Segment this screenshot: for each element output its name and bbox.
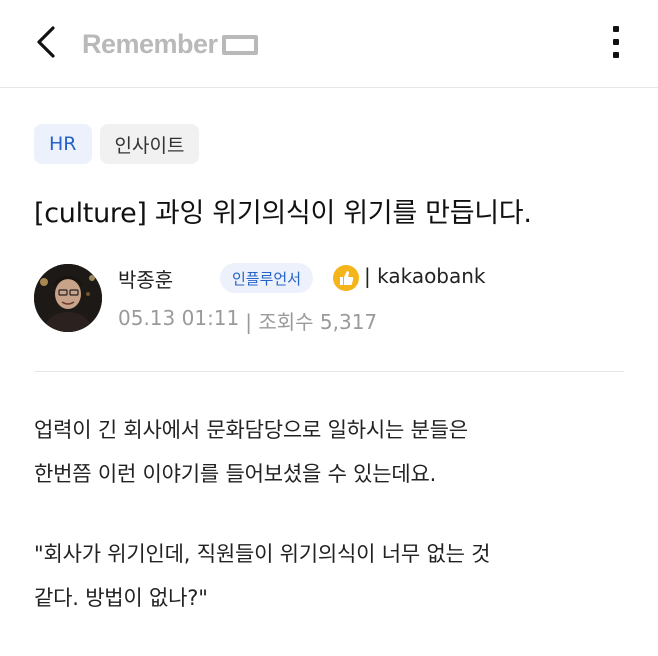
view-count: | 조회수 5,317	[245, 310, 378, 334]
tag-list: HR 인사이트	[34, 124, 200, 164]
paragraph-line: 같다. 방법이 없나?"	[34, 586, 208, 610]
brand-text: Remember	[82, 28, 218, 59]
author-company: | kakaobank	[364, 264, 486, 288]
avatar[interactable]	[34, 264, 102, 332]
paragraph: 업력이 긴 회사에서 문화담당으로 일하시는 분들은 한번쯤 이런 이야기를 들…	[34, 408, 634, 496]
post-body: 업력이 긴 회사에서 문화담당으로 일하시는 분들은 한번쯤 이런 이야기를 들…	[34, 408, 634, 656]
tag-insight[interactable]: 인사이트	[99, 124, 200, 164]
brand-card-icon	[221, 35, 258, 55]
paragraph: "회사가 위기인데, 직원들이 위기의식이 너무 없는 것 같다. 방법이 없나…	[34, 532, 634, 620]
avatar-photo	[34, 264, 102, 332]
paragraph-line: "회사가 위기인데, 직원들이 위기의식이 너무 없는 것	[34, 542, 491, 566]
more-vertical-icon	[613, 26, 619, 32]
brand-logo: Remember	[82, 24, 258, 64]
author-block[interactable]: 박종훈 인플루언서 | kakaobank 05.13 01:11 | 조회수 …	[34, 262, 634, 338]
post-title: [culture] 과잉 위기의식이 위기를 만듭니다.	[34, 198, 532, 229]
post-meta: 05.13 01:11 | 조회수 5,317	[118, 306, 377, 335]
paragraph-line: 업력이 긴 회사에서 문화담당으로 일하시는 분들은	[34, 418, 468, 442]
post-date: 05.13 01:11	[118, 306, 240, 330]
influencer-badge: 인플루언서	[220, 263, 314, 293]
divider	[34, 371, 624, 372]
chevron-left-icon	[37, 26, 55, 58]
more-options-button[interactable]	[600, 22, 632, 62]
tag-hr[interactable]: HR	[34, 124, 92, 164]
back-button[interactable]	[28, 22, 64, 62]
app-header: Remember	[0, 0, 658, 88]
thumbs-up-icon	[333, 265, 359, 291]
paragraph-line: 한번쯤 이런 이야기를 들어보셨을 수 있는데요.	[34, 462, 437, 486]
author-name[interactable]: 박종훈	[118, 264, 173, 293]
